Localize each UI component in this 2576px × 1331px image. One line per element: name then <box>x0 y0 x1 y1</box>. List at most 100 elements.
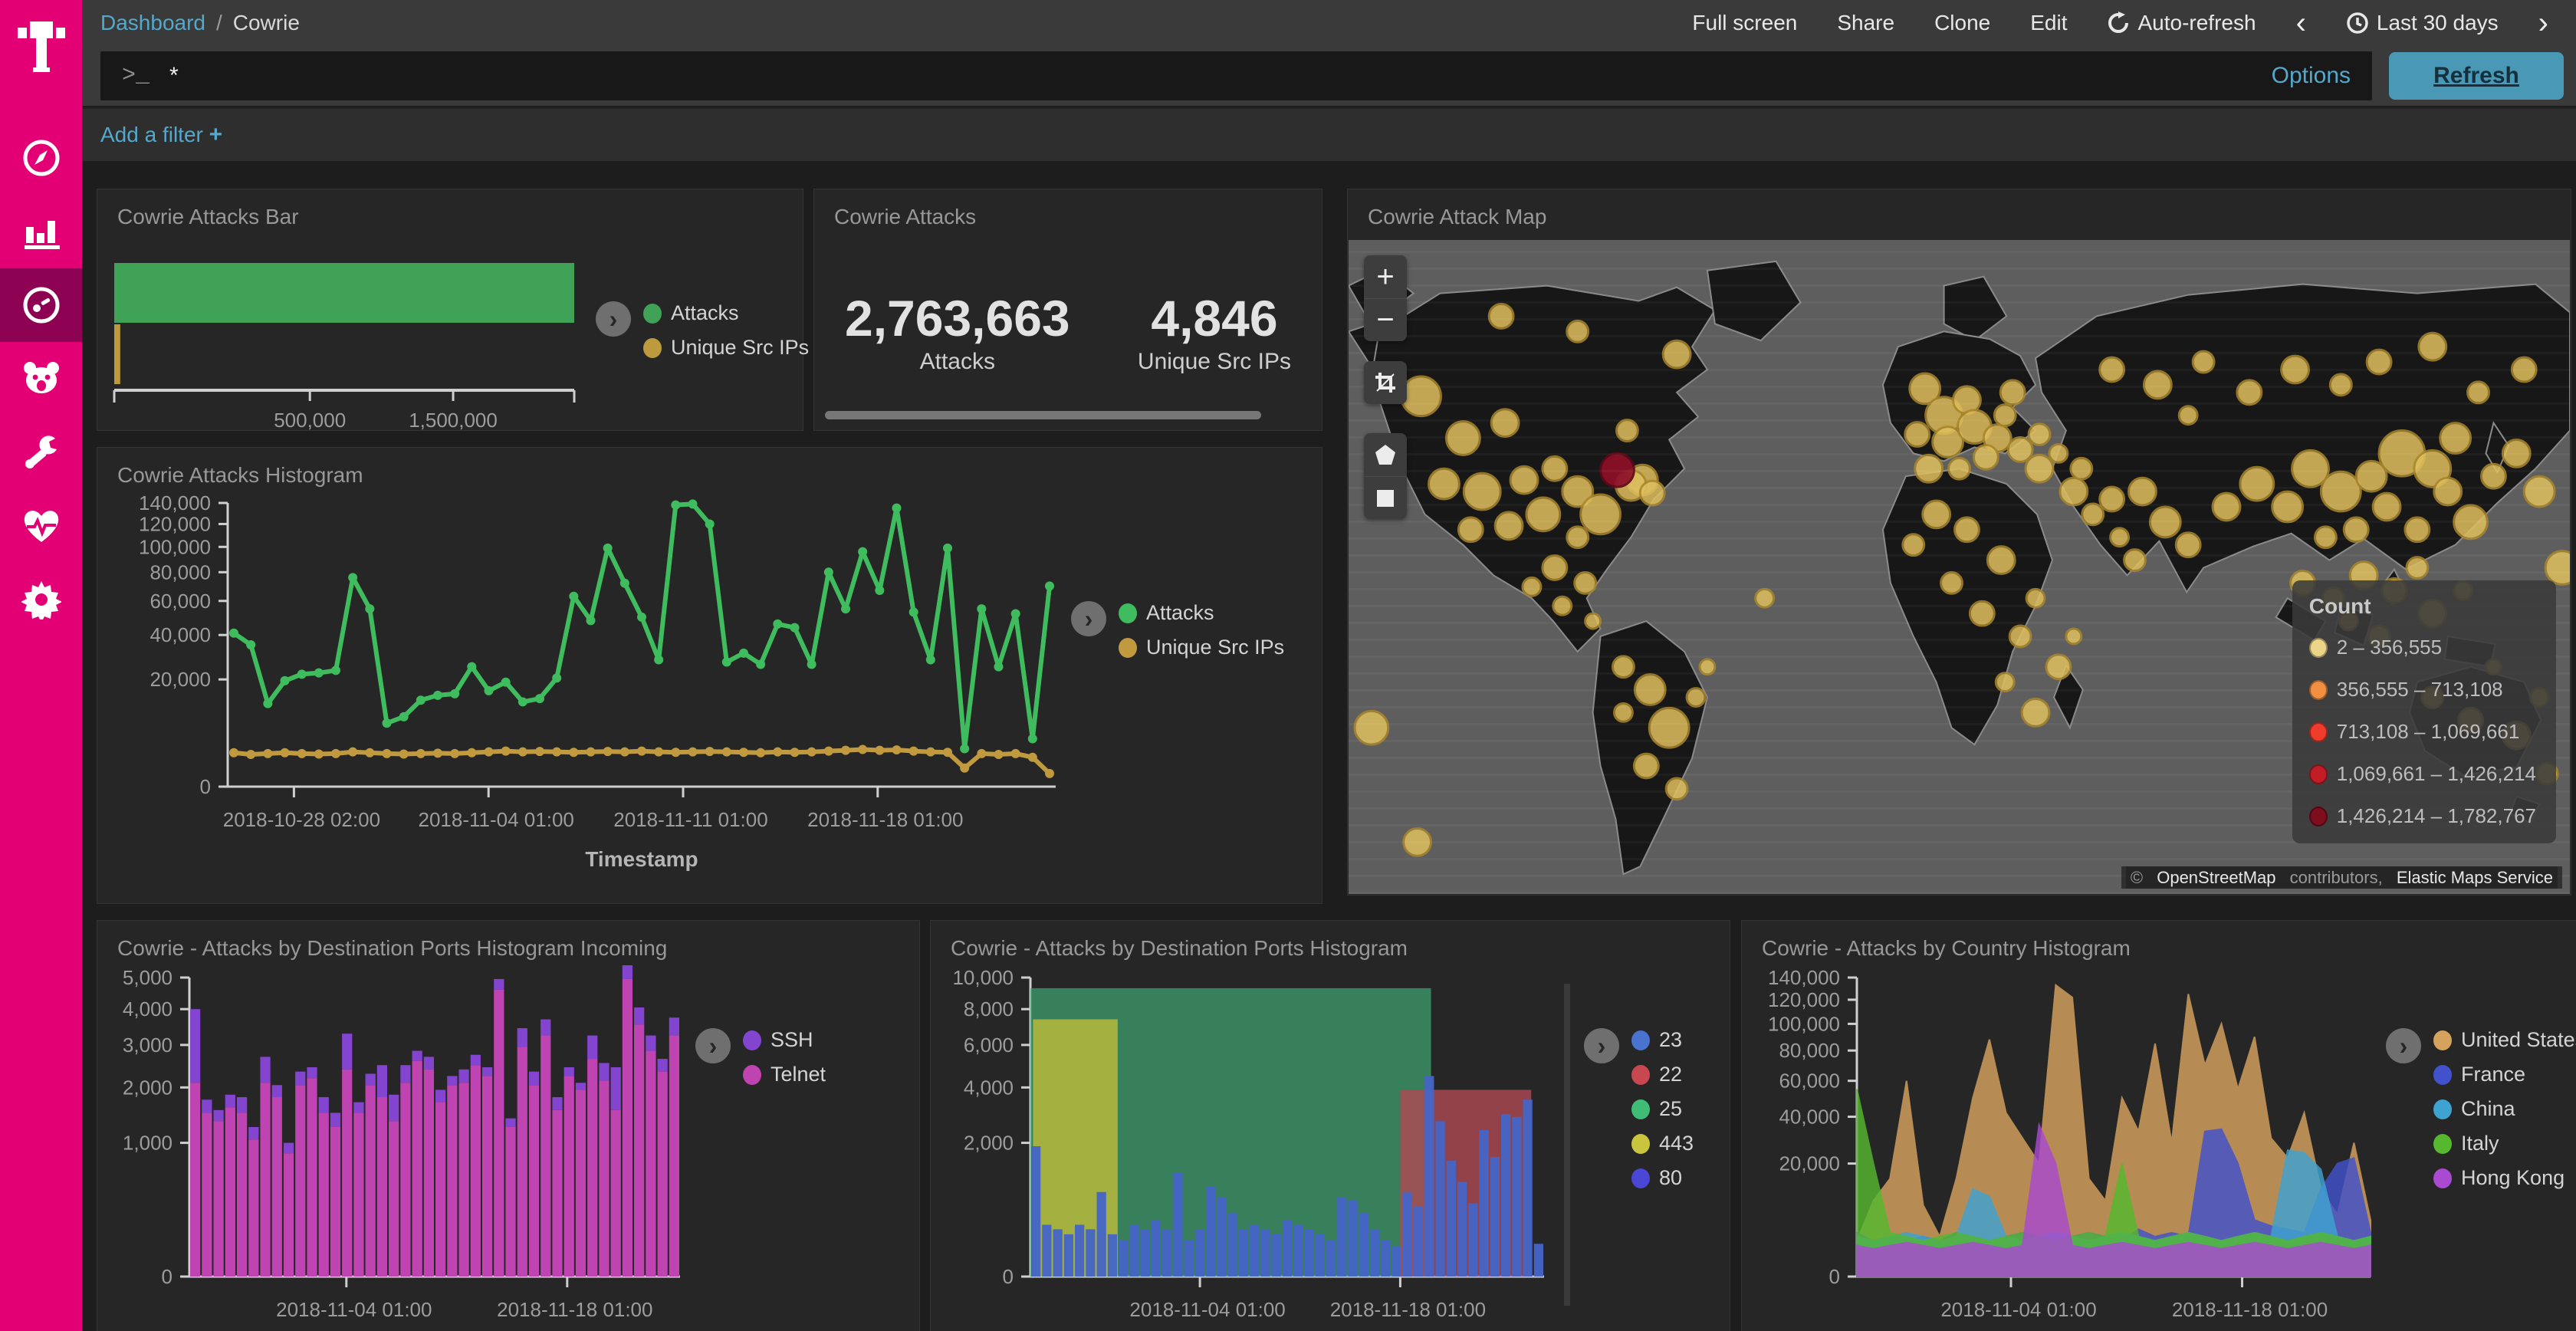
attack-bubble[interactable] <box>1987 547 2015 574</box>
attack-bubble[interactable] <box>2272 491 2303 522</box>
attack-bubble[interactable] <box>2545 551 2570 585</box>
attack-bubble[interactable] <box>2144 371 2171 399</box>
legend-item[interactable]: France <box>2433 1063 2576 1086</box>
sidebar-item-discover[interactable] <box>0 121 82 195</box>
crop-filter-icon[interactable] <box>1364 361 1407 404</box>
attack-bubble[interactable] <box>1404 829 1431 856</box>
attack-bubble[interactable] <box>1663 340 1691 368</box>
legend-item[interactable]: Attacks <box>643 301 809 325</box>
legend-item[interactable]: 25 <box>1631 1097 1694 1121</box>
attack-bubble[interactable] <box>1700 659 1715 675</box>
query-value[interactable]: * <box>169 63 2253 89</box>
attack-bubble[interactable] <box>2022 698 2049 726</box>
attack-bubble[interactable] <box>1401 376 1441 416</box>
attack-bubble[interactable] <box>1543 556 1567 580</box>
attack-bubble[interactable] <box>2321 472 2361 511</box>
add-filter-link[interactable]: Add a filter + <box>100 122 222 148</box>
clone-button[interactable]: Clone <box>1934 11 1990 35</box>
attack-bubble[interactable] <box>1923 501 1950 528</box>
sidebar-item-dev-tools[interactable] <box>0 416 82 489</box>
attack-bubble[interactable] <box>2524 476 2555 507</box>
attack-bubble[interactable] <box>2060 478 2088 505</box>
refresh-button[interactable]: Refresh <box>2389 52 2564 100</box>
attack-bubble[interactable] <box>2367 350 2391 374</box>
attack-bubble[interactable] <box>2482 464 2506 488</box>
attack-bubble[interactable] <box>2009 626 2031 647</box>
attack-bubble[interactable] <box>1581 495 1621 534</box>
legend-item[interactable]: 443 <box>1631 1132 1694 1155</box>
attack-bubble[interactable] <box>1616 420 1638 442</box>
sidebar-item-dashboard[interactable] <box>0 268 82 342</box>
attack-bubble[interactable] <box>2282 356 2309 383</box>
sidebar-item-management[interactable] <box>0 563 82 636</box>
attack-bubble[interactable] <box>1756 589 1774 607</box>
legend-item[interactable]: 22 <box>1631 1063 1694 1086</box>
attack-bubble[interactable] <box>1567 527 1589 548</box>
legend-collapse-icon[interactable]: › <box>695 1028 731 1063</box>
legend-item[interactable]: Italy <box>2433 1132 2576 1155</box>
legend-item[interactable]: Unique Src IPs <box>1119 636 1284 659</box>
attack-bubble[interactable] <box>2179 406 2197 425</box>
attack-bubble[interactable] <box>1429 468 1460 499</box>
legend-collapse-icon[interactable]: › <box>596 301 631 337</box>
attack-bubble[interactable] <box>2237 380 2262 405</box>
legend-item[interactable]: 23 <box>1631 1028 1694 1052</box>
attack-bubble[interactable] <box>1994 405 2016 426</box>
attack-bubble[interactable] <box>1905 422 1930 447</box>
attack-bubble[interactable] <box>1955 518 1980 542</box>
attack-bubble[interactable] <box>1941 572 1963 593</box>
time-forward-button[interactable]: › <box>2538 8 2548 38</box>
legend-item[interactable]: Attacks <box>1119 601 1284 625</box>
legend-item[interactable]: 80 <box>1631 1166 1694 1190</box>
attack-bubble[interactable] <box>2026 589 2045 607</box>
sidebar-item-timelion[interactable] <box>0 342 82 416</box>
attack-bubble[interactable] <box>2419 333 2446 360</box>
legend-item[interactable]: SSH <box>743 1028 826 1052</box>
legend-item[interactable]: United States <box>2433 1028 2576 1052</box>
edit-button[interactable]: Edit <box>2030 11 2067 35</box>
attack-bubble[interactable] <box>2150 507 2180 537</box>
attack-bubble[interactable] <box>2046 655 2071 679</box>
attack-bubble[interactable] <box>2129 478 2157 505</box>
sidebar-item-visualize[interactable] <box>0 195 82 268</box>
attack-bubble[interactable] <box>1458 518 1483 542</box>
attack-bubble[interactable] <box>2111 528 2129 547</box>
attack-bubble[interactable] <box>2029 424 2050 445</box>
legend-item[interactable]: Telnet <box>743 1063 826 1086</box>
attack-bubble[interactable] <box>1915 455 1943 482</box>
attack-bubble-high[interactable] <box>1601 453 1635 487</box>
attack-bubble[interactable] <box>1543 456 1567 481</box>
horizontal-scrollbar[interactable] <box>825 411 1261 419</box>
attack-bubble[interactable] <box>1585 613 1601 629</box>
legend-item[interactable]: Unique Src IPs <box>643 336 809 360</box>
query-options-link[interactable]: Options <box>2272 63 2351 89</box>
rectangle-draw-icon[interactable] <box>1364 476 1407 519</box>
attack-bubble[interactable] <box>2373 493 2400 521</box>
attack-bubble[interactable] <box>2100 487 2124 511</box>
attack-bubble[interactable] <box>1970 601 1994 626</box>
attack-bubble[interactable] <box>1446 422 1480 455</box>
attacks-line-chart[interactable]: 140,000120,000100,00080,00060,00040,0002… <box>97 492 1071 876</box>
attack-bubble[interactable] <box>2066 629 2082 644</box>
attack-bubble[interactable] <box>1553 596 1572 615</box>
attack-bubble[interactable] <box>1640 481 1664 505</box>
attack-bubble[interactable] <box>1903 534 1924 556</box>
ports-incoming-bar-chart[interactable]: 5,0004,0003,0002,0001,00002018-11-04 01:… <box>97 965 695 1331</box>
attack-bubble[interactable] <box>2071 458 2092 479</box>
attack-bubble[interactable] <box>1489 304 1513 329</box>
attack-bubble[interactable] <box>1612 656 1634 678</box>
attack-bubble[interactable] <box>1575 572 1596 593</box>
attack-bubble[interactable] <box>2454 505 2488 539</box>
attack-bubble[interactable] <box>2193 351 2214 373</box>
legend-collapse-icon[interactable]: › <box>1071 601 1106 636</box>
attack-bubble[interactable] <box>2405 518 2430 542</box>
attack-bubble[interactable] <box>2407 557 2428 579</box>
country-area-chart[interactable]: 140,000120,000100,00080,00060,00040,0002… <box>1742 965 2386 1331</box>
attack-bubble[interactable] <box>2468 382 2489 403</box>
panel-scrollbar[interactable] <box>1564 984 1570 1306</box>
attack-bubble[interactable] <box>1614 703 1632 721</box>
polygon-draw-icon[interactable] <box>1364 433 1407 476</box>
world-map[interactable]: + − <box>1349 240 2570 894</box>
attack-bubble[interactable] <box>2008 437 2032 462</box>
legend-collapse-icon[interactable]: › <box>1584 1028 1619 1063</box>
